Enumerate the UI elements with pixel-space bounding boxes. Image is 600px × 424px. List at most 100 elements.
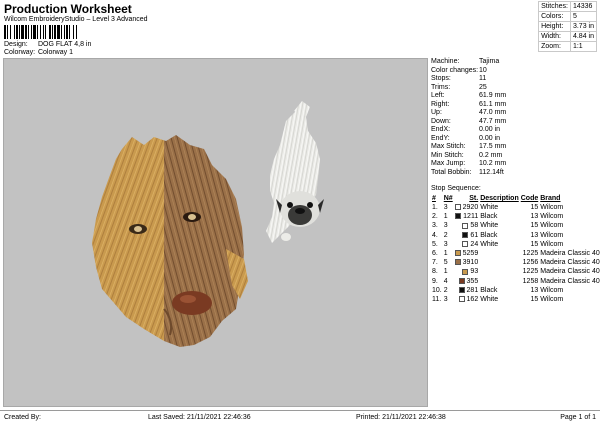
row-stitches-cell: 5259 <box>454 249 480 258</box>
row-stitches: 355 <box>466 277 479 285</box>
color-swatch <box>458 277 465 284</box>
row-brand: Madeira Classic 40 <box>540 259 600 267</box>
machine-info-value: 112.14ft <box>479 168 504 176</box>
stop-sequence-table: # N# St. Description Code Brand 1. 3 2920… <box>431 194 600 304</box>
col-description: Description <box>480 195 519 202</box>
stop-sequence-row: 10. 2 281 Black 13 Wilcom <box>431 286 600 295</box>
design-row: Design: DOG FLAT 4,8 in <box>4 41 91 48</box>
row-stitches: 93 <box>470 268 479 276</box>
stop-sequence-title: Stop Sequence: <box>431 185 481 192</box>
machine-info-row: Color changes: 10 <box>431 67 597 76</box>
row-number: 10. <box>432 286 442 294</box>
machine-info-value: Tajima <box>479 58 500 65</box>
row-stitches-cell: 61 <box>454 231 480 240</box>
machine-info-label: Down: <box>431 117 451 125</box>
color-swatch <box>454 250 461 257</box>
row-brand: Wilcom <box>540 213 564 221</box>
row-description: Black <box>480 213 498 221</box>
row-number: 4. <box>432 231 438 239</box>
row-needle: 1 <box>443 268 448 276</box>
row-needle: 1 <box>443 213 448 221</box>
stat-value: 4.84 in <box>569 31 598 42</box>
stat-row: Zoom: 1:1 <box>538 41 598 52</box>
row-needle: 1 <box>443 250 448 258</box>
machine-info-value: 61.1 mm <box>479 100 507 108</box>
software-subtitle: Wilcom EmbroideryStudio – Level 3 Advanc… <box>4 16 148 23</box>
row-number: 7. <box>432 259 438 267</box>
stat-label: Height: <box>538 21 571 32</box>
row-needle: 3 <box>443 240 448 248</box>
row-number: 1. <box>432 204 438 212</box>
machine-info-row: Total Bobbin: 112.14ft <box>431 169 597 178</box>
row-code: 1256 <box>522 259 539 267</box>
stop-sequence-row: 8. 1 93 1225 Madeira Classic 40 <box>431 267 600 276</box>
stat-value: 1:1 <box>569 41 598 52</box>
stat-value: 3.73 in <box>569 21 598 32</box>
row-number: 9. <box>432 277 438 285</box>
machine-info-label: Up: <box>431 109 442 116</box>
stop-sequence-row: 6. 1 5259 1225 Madeira Classic 40 <box>431 249 600 258</box>
row-number: 5. <box>432 240 438 248</box>
dog-head-artwork <box>92 135 248 347</box>
row-number: 11. <box>432 295 442 303</box>
stop-sequence-row: 5. 3 24 White 15 Wilcom <box>431 240 600 249</box>
machine-info-label: Min Stitch: <box>431 151 464 159</box>
design-preview <box>3 58 428 407</box>
row-stitches: 162 <box>466 295 479 303</box>
stop-sequence-row: 4. 2 61 Black 13 Wilcom <box>431 231 600 240</box>
col-code: Code <box>520 195 539 202</box>
row-number: 2. <box>432 213 438 221</box>
row-code: 15 <box>530 240 539 248</box>
stat-row: Width: 4.84 in <box>538 31 598 42</box>
design-value: DOG FLAT 4,8 in <box>37 41 92 48</box>
color-swatch <box>454 259 461 266</box>
col-brand: Brand <box>540 195 561 202</box>
row-brand: Madeira Classic 40 <box>540 250 600 258</box>
stop-sequence-row: 7. 5 3910 1256 Madeira Classic 40 <box>431 258 600 267</box>
machine-info-label: Total Bobbin: <box>431 168 472 176</box>
row-description <box>479 267 520 276</box>
row-description: White <box>480 295 499 303</box>
machine-info-value: 0.2 mm <box>479 151 503 159</box>
row-brand: Wilcom <box>540 295 564 303</box>
row-number: 6. <box>432 250 438 258</box>
color-swatch <box>454 204 461 211</box>
row-number: 8. <box>432 268 438 276</box>
row-stitches-cell: 93 <box>454 267 480 276</box>
colorway-value: Colorway 1 <box>37 49 73 56</box>
row-code: 13 <box>530 286 539 294</box>
printed-date: Printed: 21/11/2021 22:46:38 <box>356 414 446 421</box>
machine-info-row: Max Jump: 10.2 mm <box>431 160 597 169</box>
stop-sequence-row: 11. 3 162 White 15 Wilcom <box>431 295 600 304</box>
machine-info-row: Right: 61.1 mm <box>431 101 597 110</box>
barcode-bar <box>77 25 78 39</box>
stat-row: Height: 3.73 in <box>538 21 598 32</box>
pug-artwork <box>266 101 324 243</box>
machine-info-label: Left: <box>431 92 445 99</box>
row-code: 1225 <box>522 268 539 276</box>
row-description <box>479 258 520 267</box>
row-stitches: 58 <box>470 222 479 230</box>
row-stitches-cell: 281 <box>454 286 480 295</box>
machine-info-row: Min Stitch: 0.2 mm <box>431 152 597 161</box>
stat-label: Zoom: <box>538 41 571 52</box>
machine-info-value: 0.00 in <box>479 126 501 133</box>
row-stitches-cell: 355 <box>454 277 480 286</box>
machine-info-row: Stops: 11 <box>431 75 597 84</box>
machine-info-row: EndY: 0.00 in <box>431 135 597 144</box>
worksheet-title: Production Worksheet <box>4 2 132 16</box>
row-stitches-cell: 162 <box>454 295 480 304</box>
stat-row: Stitches: 14336 <box>538 1 598 12</box>
row-needle: 2 <box>443 286 448 294</box>
row-stitches-cell: 1211 <box>454 212 480 221</box>
row-stitches: 61 <box>470 231 479 239</box>
machine-info-value: 47.0 mm <box>479 109 507 116</box>
row-needle: 5 <box>443 259 448 267</box>
embroidery-artwork <box>92 101 324 347</box>
row-stitches: 2920 <box>462 204 479 212</box>
row-code: 15 <box>530 222 539 230</box>
color-swatch <box>458 296 465 303</box>
colorway-label: Colorway: <box>4 49 36 56</box>
colorway-row: Colorway: Colorway 1 <box>4 49 73 56</box>
row-needle: 3 <box>443 295 448 303</box>
